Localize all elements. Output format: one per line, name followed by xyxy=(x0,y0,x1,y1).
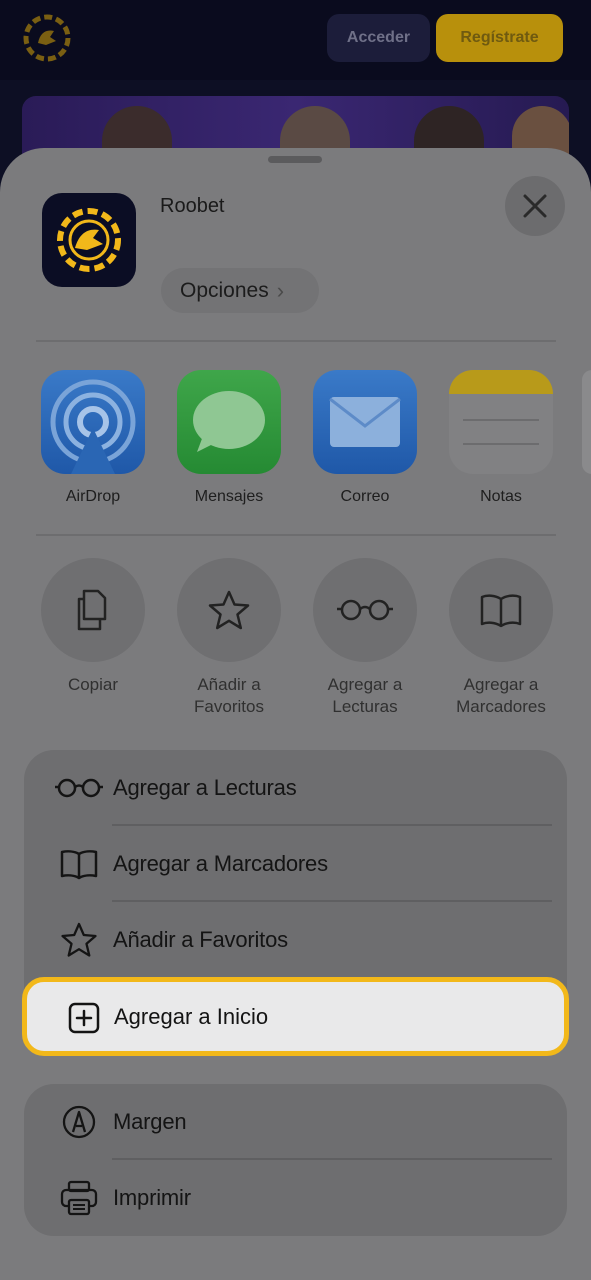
star-icon xyxy=(208,590,250,630)
book-icon xyxy=(54,844,104,884)
glasses-icon xyxy=(54,768,104,808)
action-copy[interactable]: Copiar xyxy=(41,558,145,696)
airdrop-icon xyxy=(41,370,145,474)
add-square-icon xyxy=(62,998,106,1038)
add-to-home-screen-button[interactable]: Agregar a Inicio xyxy=(22,977,569,1056)
share-app-notes[interactable]: Notas xyxy=(449,370,553,506)
share-more-actions-list: Margen Imprimir xyxy=(24,1084,567,1236)
share-app-label: Correo xyxy=(340,488,390,505)
copy-icon xyxy=(77,589,107,631)
options-label: Opciones xyxy=(180,278,269,302)
chevron-right-icon: › xyxy=(276,277,285,303)
share-app-label: AirDrop xyxy=(65,488,121,505)
list-item-label: Margen xyxy=(113,1109,187,1134)
list-item-label: Imprimir xyxy=(113,1185,191,1210)
roobet-logo-icon[interactable] xyxy=(22,13,72,63)
glasses-icon xyxy=(337,599,393,621)
share-app-messages[interactable]: Mensajes xyxy=(177,370,281,506)
options-button[interactable]: Opciones › xyxy=(161,268,319,313)
list-item-label: Agregar a Marcadores xyxy=(113,851,328,876)
mail-icon xyxy=(313,370,417,474)
star-icon xyxy=(54,920,104,960)
action-label-line1: Agregar a xyxy=(327,675,403,694)
printer-icon xyxy=(54,1178,104,1218)
login-button[interactable]: Acceder xyxy=(327,14,430,62)
list-item-label: Agregar a Inicio xyxy=(114,1004,269,1029)
list-item-label: Agregar a Lecturas xyxy=(113,775,297,800)
share-app-airdrop[interactable]: AirDrop xyxy=(41,370,145,506)
share-sheet: Roobet Opciones › AirDrop Mensajes Corre… xyxy=(0,148,591,1280)
roobet-app-icon xyxy=(42,193,136,287)
list-item-add-favorites[interactable]: Añadir a Favoritos xyxy=(24,902,567,978)
list-item-print[interactable]: Imprimir xyxy=(24,1160,567,1236)
action-add-favorites[interactable]: Añadir a Favoritos xyxy=(177,558,281,718)
list-item-label: Añadir a Favoritos xyxy=(113,927,288,952)
close-icon xyxy=(523,194,547,218)
book-icon xyxy=(480,594,522,628)
share-apps-row: AirDrop Mensajes Correo Notas xyxy=(0,370,591,510)
markup-pen-icon xyxy=(54,1102,104,1142)
share-app-label: Mensajes xyxy=(194,488,264,505)
action-label-line1: Añadir a xyxy=(197,675,261,694)
notes-icon xyxy=(449,370,553,474)
divider xyxy=(36,534,556,536)
sheet-grabber[interactable] xyxy=(268,156,322,163)
action-label-line2: Lecturas xyxy=(332,697,398,716)
list-item-add-bookmarks[interactable]: Agregar a Marcadores xyxy=(24,826,567,902)
list-item-add-reading-list[interactable]: Agregar a Lecturas xyxy=(24,750,567,826)
action-label-line1: Agregar a xyxy=(463,675,539,694)
action-label-line2: Favoritos xyxy=(194,697,264,716)
site-header: Acceder Regístrate xyxy=(0,0,591,80)
share-app-overflow[interactable] xyxy=(582,370,591,474)
action-label-line2: Marcadores xyxy=(456,697,546,716)
shared-app-name: Roobet xyxy=(160,195,225,217)
share-app-mail[interactable]: Correo xyxy=(313,370,417,506)
list-item-markup[interactable]: Margen xyxy=(24,1084,567,1160)
close-button[interactable] xyxy=(505,176,565,236)
share-actions-row: Copiar Añadir a Favoritos Agregar a Lect… xyxy=(0,558,591,728)
share-app-label: Notas xyxy=(480,488,522,505)
action-label: Copiar xyxy=(67,675,119,694)
messages-icon xyxy=(177,370,281,474)
action-add-reading-list[interactable]: Agregar a Lecturas xyxy=(313,558,417,718)
divider xyxy=(36,340,556,342)
register-button[interactable]: Regístrate xyxy=(436,14,563,62)
action-add-bookmarks[interactable]: Agregar a Marcadores xyxy=(449,558,553,718)
